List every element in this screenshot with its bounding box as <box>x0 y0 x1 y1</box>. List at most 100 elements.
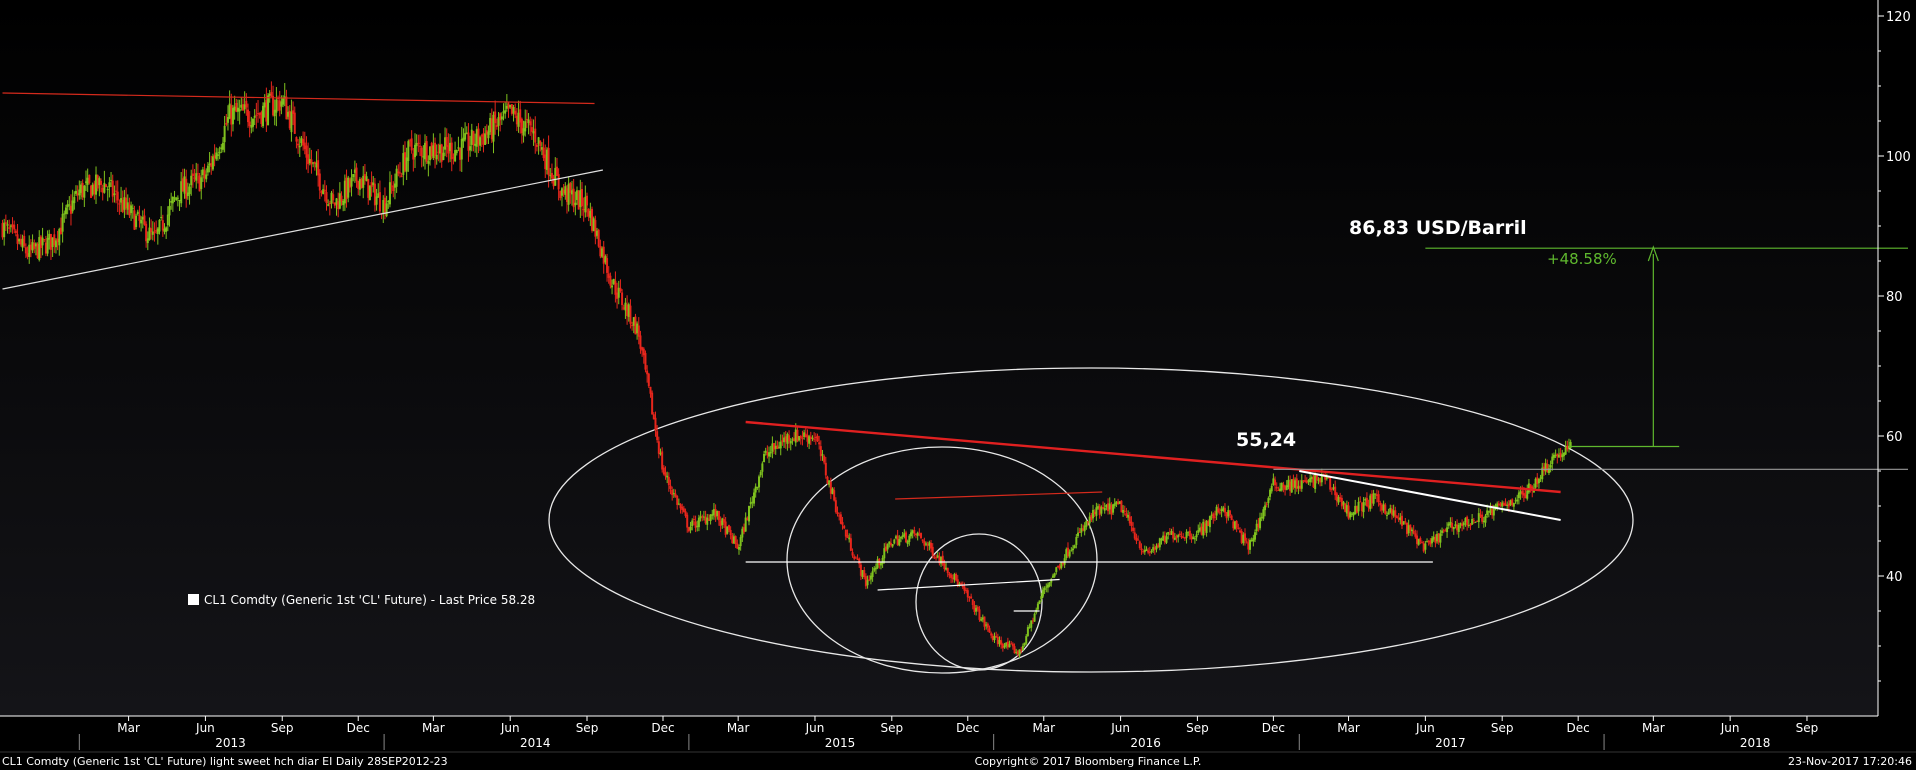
candle-body <box>1471 519 1474 525</box>
legend-swatch <box>188 594 199 605</box>
candle-body <box>238 109 241 112</box>
candle-body <box>739 537 742 547</box>
candle-body <box>1244 533 1247 541</box>
candle-body <box>664 472 667 477</box>
candle-body <box>539 140 542 146</box>
x-month-label: Dec <box>1567 721 1590 735</box>
candle-body <box>581 189 584 207</box>
candle-body <box>255 114 258 116</box>
candle-body <box>1185 531 1188 538</box>
candle-body <box>419 145 422 147</box>
x-month-label: Jun <box>805 721 825 735</box>
candle-body <box>46 237 49 254</box>
candle-body <box>550 172 553 179</box>
candle-body <box>1132 527 1135 531</box>
candle-body <box>886 544 889 550</box>
candle-body <box>106 189 109 191</box>
candle-body <box>950 574 953 578</box>
x-month-label: Mar <box>1337 721 1360 735</box>
candle-body <box>758 476 761 488</box>
candle-body <box>464 133 467 140</box>
candle-body <box>863 570 866 578</box>
candle-body <box>639 335 642 349</box>
x-month-label: Dec <box>956 721 979 735</box>
candle-body <box>218 151 221 154</box>
candle-body <box>1218 512 1221 514</box>
candle-body <box>946 567 949 574</box>
candle-body <box>1228 510 1231 516</box>
candle-body <box>1274 479 1277 486</box>
candle-body <box>1424 543 1427 550</box>
candle-body <box>978 609 981 620</box>
candle-body <box>1040 596 1043 600</box>
candle-body <box>813 438 816 440</box>
candle-body <box>657 441 660 454</box>
candle-body <box>976 606 979 610</box>
candle-body <box>1481 514 1484 522</box>
candle-body <box>375 196 378 205</box>
candle-body <box>1043 587 1046 590</box>
candle-body <box>963 586 966 591</box>
candle-body <box>1265 503 1268 505</box>
x-month-label: Mar <box>1642 721 1665 735</box>
candle-body <box>651 392 654 415</box>
candle-body <box>398 172 401 174</box>
candle-body <box>165 227 168 232</box>
candle-body <box>200 177 203 190</box>
candle-body <box>1140 548 1143 551</box>
candle-body <box>293 112 296 134</box>
candle-body <box>410 138 413 151</box>
candle-body <box>73 197 76 204</box>
candle-body <box>637 325 640 337</box>
candle-body <box>1439 533 1442 543</box>
candle-body <box>920 533 923 539</box>
candle-body <box>1477 513 1480 523</box>
candle-body <box>789 440 792 444</box>
candle-body <box>574 202 577 206</box>
candle-body <box>779 441 782 449</box>
x-year-label: 2016 <box>1130 736 1161 750</box>
candle-body <box>1011 643 1014 647</box>
candle-body <box>1026 627 1029 636</box>
candle-body <box>1404 521 1407 523</box>
candle-body <box>108 182 111 188</box>
candle-body <box>547 147 550 176</box>
candle-body <box>923 540 926 546</box>
candle-body <box>759 471 762 476</box>
candle-body <box>1133 532 1136 539</box>
candle-body <box>340 195 343 202</box>
candle-body <box>61 213 64 232</box>
candle-body <box>898 539 901 546</box>
candle-body <box>1092 509 1095 519</box>
candle-body <box>761 463 764 472</box>
candle-body <box>1013 646 1016 654</box>
candle-body <box>472 131 475 145</box>
x-month-label: Mar <box>727 721 750 735</box>
y-tick-label: 100 <box>1886 150 1911 165</box>
candle-body <box>846 535 849 538</box>
candle-body <box>691 520 694 527</box>
candle-body <box>1165 536 1168 543</box>
candle-body <box>971 599 974 605</box>
legend-label: CL1 Comdty (Generic 1st 'CL' Future) - L… <box>204 593 535 607</box>
candle-body <box>656 431 659 441</box>
candle-body <box>504 110 507 114</box>
candle-body <box>1512 503 1515 507</box>
candle-body <box>913 529 916 534</box>
candle-body <box>88 174 91 183</box>
candle-body <box>275 99 278 113</box>
candle-body <box>1172 531 1175 539</box>
candle-body <box>534 128 537 143</box>
candle-body <box>753 492 756 504</box>
candle-body <box>893 539 896 544</box>
candle-body <box>686 514 689 528</box>
candle-body <box>669 485 672 489</box>
candle-body <box>64 207 67 215</box>
candle-body <box>597 229 600 247</box>
candle-body <box>1472 520 1475 522</box>
candle-body <box>524 121 527 132</box>
candle-body <box>667 477 670 486</box>
candle-body <box>671 489 674 496</box>
candle-body <box>1130 521 1133 526</box>
price-chart: 406080100120 Mar Jun Sep Dec Mar Jun Sep Dec Mar… <box>0 0 1916 768</box>
